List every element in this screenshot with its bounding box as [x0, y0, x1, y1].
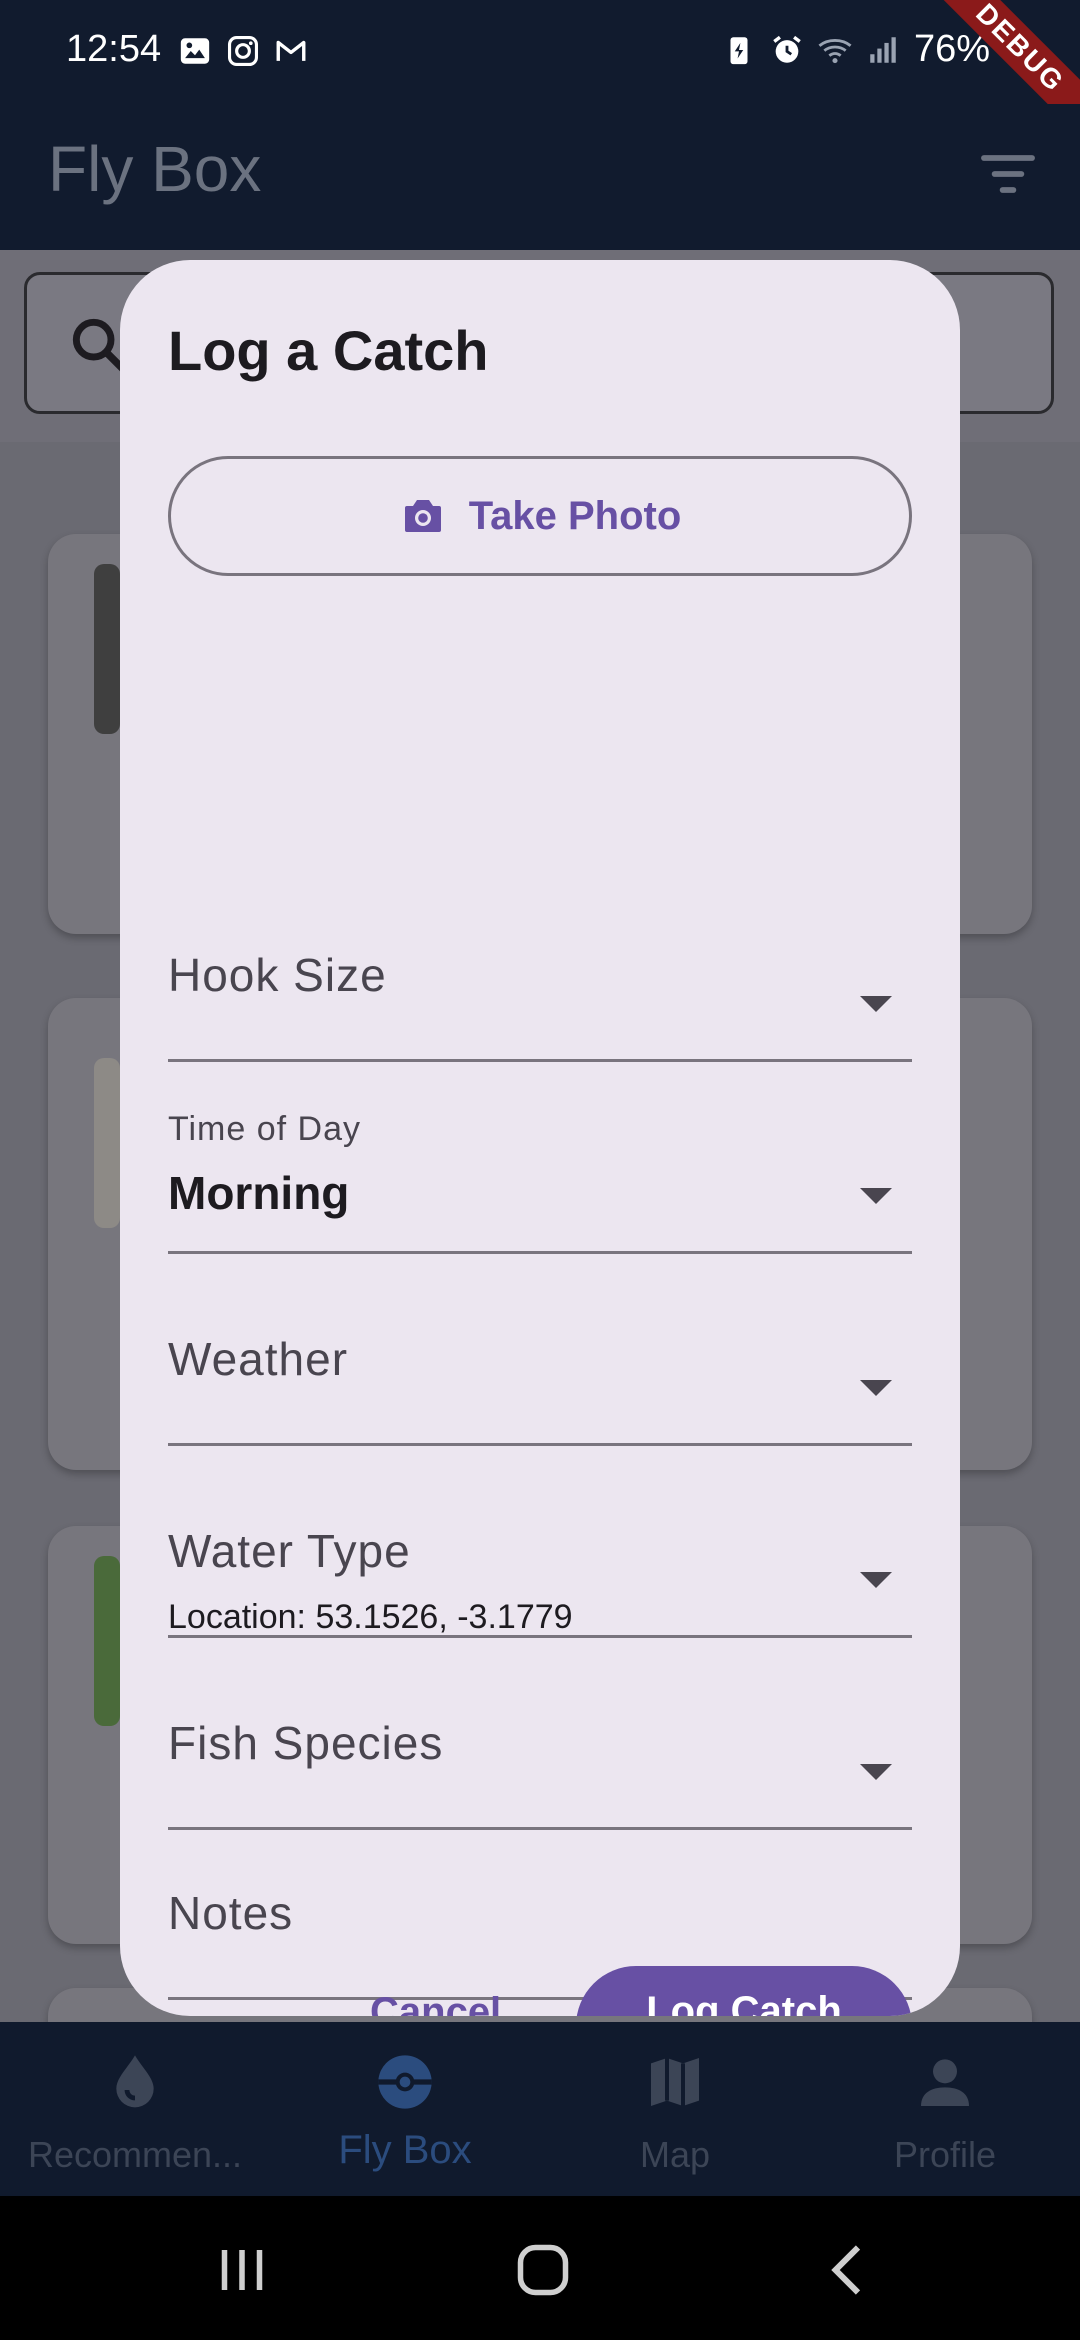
time-of-day-value: Morning [168, 1167, 350, 1219]
water-drop-icon [116, 2055, 154, 2108]
log-catch-dialog: Log a Catch Take Photo Hook Size Time of… [120, 260, 960, 2016]
dialog-actions: Cancel Log Catch [120, 1966, 960, 2016]
camera-icon [404, 500, 441, 532]
cancel-button[interactable]: Cancel [370, 1990, 501, 2016]
fish-species-dropdown[interactable]: Fish Species [168, 1644, 912, 1830]
weather-dropdown[interactable]: Weather [168, 1260, 912, 1446]
dropdown-arrow-icon [860, 996, 892, 1012]
hook-size-label: Hook Size [168, 949, 387, 1001]
take-photo-label: Take Photo [468, 493, 682, 538]
status-notification-icons [178, 34, 308, 68]
instagram-icon [227, 35, 259, 67]
take-photo-button[interactable]: Take Photo [168, 456, 912, 576]
gallery-icon [180, 38, 210, 64]
water-type-label: Water Type [168, 1525, 411, 1577]
location-text: Location: 53.1526, -3.1779 [168, 1598, 573, 1636]
status-time: 12:54 [66, 28, 162, 70]
notes-label: Notes [168, 1887, 294, 1939]
dialog-title: Log a Catch [168, 319, 489, 382]
page-title: Fly Box [48, 133, 262, 205]
person-icon [921, 2059, 969, 2106]
nav-item-recommendations[interactable]: Recommen... [0, 2022, 270, 2196]
back-icon[interactable] [818, 2240, 878, 2300]
weather-label: Weather [168, 1333, 349, 1385]
fish-species-label: Fish Species [168, 1717, 444, 1769]
fly-box-icon [378, 2055, 432, 2109]
nav-label-recommendations: Recommen... [27, 2134, 243, 2175]
dropdown-arrow-icon [860, 1188, 892, 1204]
log-catch-button[interactable]: Log Catch [576, 1966, 912, 2016]
map-icon [651, 2058, 699, 2106]
nav-item-fly-box[interactable]: Fly Box [270, 2022, 540, 2196]
signal-icon [870, 36, 896, 63]
battery-saver-icon [730, 36, 748, 64]
wifi-icon [818, 38, 852, 63]
system-navigation-bar [0, 2196, 1080, 2340]
fly-thumbnail [94, 564, 120, 734]
recent-apps-icon[interactable] [212, 2240, 272, 2300]
filter-icon[interactable] [976, 142, 1040, 206]
fly-thumbnail [94, 1556, 120, 1726]
nav-label-profile: Profile [893, 2134, 997, 2175]
time-of-day-dropdown[interactable]: Time of Day Morning [168, 1068, 912, 1254]
bottom-navigation: Recommen... Fly Box Map Profile [0, 2022, 1080, 2196]
status-right-icons: 76% [722, 28, 990, 71]
nav-item-map[interactable]: Map [540, 2022, 810, 2196]
dropdown-arrow-icon [860, 1764, 892, 1780]
alarm-icon [773, 35, 801, 63]
dropdown-arrow-icon [860, 1572, 892, 1588]
app-bar: Fly Box [0, 104, 1080, 250]
nav-label-map: Map [639, 2134, 711, 2175]
status-bar: 12:54 76% DEBUG [0, 0, 1080, 155]
nav-item-profile[interactable]: Profile [810, 2022, 1080, 2196]
dropdown-arrow-icon [860, 1380, 892, 1396]
time-of-day-label: Time of Day [168, 1110, 362, 1148]
gmail-icon [276, 40, 306, 61]
home-icon[interactable] [513, 2240, 573, 2300]
fly-thumbnail [94, 1058, 120, 1228]
nav-label-fly-box: Fly Box [338, 2128, 472, 2172]
hook-size-dropdown[interactable]: Hook Size [168, 876, 912, 1062]
